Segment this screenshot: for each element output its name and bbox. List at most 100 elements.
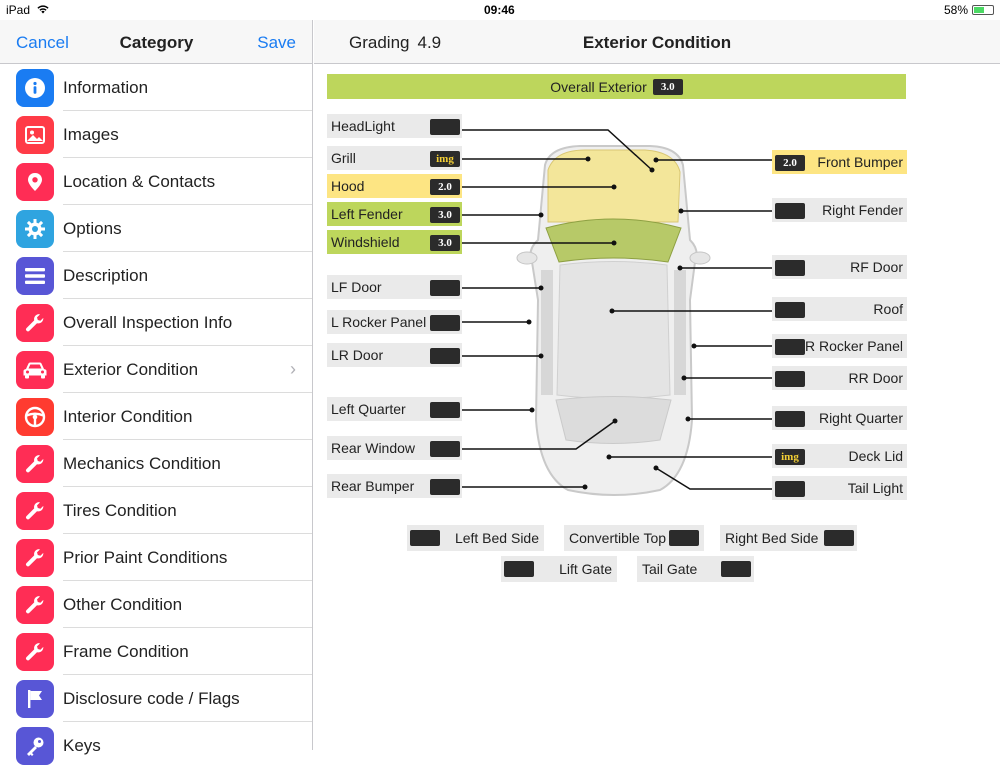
roof-shape xyxy=(556,261,671,399)
part-headlight[interactable]: HeadLight xyxy=(327,114,462,138)
condition-score[interactable]: 2.0 xyxy=(775,155,805,171)
part-front-bumper[interactable]: 2.0 Front Bumper xyxy=(772,150,907,174)
part-lift-gate[interactable]: Lift Gate xyxy=(501,556,617,582)
info-icon xyxy=(16,68,54,107)
sidebar-item-location-contacts[interactable]: Location & Contacts xyxy=(0,158,312,205)
connector-dot xyxy=(538,285,544,291)
part-label: Left Fender xyxy=(331,206,403,222)
battery-status: 58% xyxy=(944,3,994,17)
condition-score[interactable] xyxy=(669,530,699,546)
condition-score[interactable]: img xyxy=(775,449,805,465)
part-label: Roof xyxy=(873,301,903,317)
part-right-bed-side[interactable]: Right Bed Side xyxy=(720,525,857,551)
part-convertible-top[interactable]: Convertible Top xyxy=(564,525,704,551)
part-hood[interactable]: Hood 2.0 xyxy=(327,174,462,198)
left-mirror-shape xyxy=(516,251,538,265)
overall-exterior-score: 3.0 xyxy=(652,78,683,95)
connector-dot xyxy=(653,465,659,471)
sidebar-item-tires-condition[interactable]: Tires Condition xyxy=(0,487,312,534)
sidebar-item-label: Interior Condition xyxy=(63,406,193,426)
device-name: iPad xyxy=(6,3,31,17)
sidebar-item-label: Description xyxy=(63,265,149,285)
part-rf-door[interactable]: RF Door xyxy=(772,255,907,279)
part-rr-door[interactable]: RR Door xyxy=(772,366,907,390)
page-title: Exterior Condition xyxy=(582,33,732,52)
condition-score[interactable] xyxy=(775,371,805,387)
part-tail-gate[interactable]: Tail Gate xyxy=(637,556,754,582)
condition-score[interactable] xyxy=(775,260,805,276)
sidebar-item-interior-condition[interactable]: Interior Condition xyxy=(0,393,312,440)
part-label: LR Door xyxy=(331,347,384,363)
part-windshield[interactable]: Windshield 3.0 xyxy=(327,230,462,254)
part-roof[interactable]: Roof xyxy=(772,297,907,321)
condition-score[interactable] xyxy=(775,203,805,219)
windshield-shape xyxy=(545,218,682,263)
sidebar-item-options[interactable]: Options xyxy=(0,205,312,252)
sidebar-item-description[interactable]: Description xyxy=(0,252,312,299)
condition-score[interactable] xyxy=(430,315,460,331)
overall-exterior-bar[interactable]: Overall Exterior 3.0 xyxy=(327,74,906,99)
condition-score[interactable] xyxy=(775,302,805,318)
part-right-fender[interactable]: Right Fender xyxy=(772,198,907,222)
condition-score[interactable] xyxy=(775,411,805,427)
clock: 09:46 xyxy=(484,3,515,17)
condition-score[interactable]: 2.0 xyxy=(430,179,460,195)
sidebar-item-overall-inspection-info[interactable]: Overall Inspection Info xyxy=(0,299,312,346)
connector-dot xyxy=(691,343,697,349)
part-label: Convertible Top xyxy=(569,530,667,546)
condition-score[interactable] xyxy=(430,402,460,418)
part-tail-light[interactable]: Tail Light xyxy=(772,476,907,500)
condition-score[interactable] xyxy=(775,481,805,497)
wifi-icon xyxy=(37,5,49,14)
battery-percent: 58% xyxy=(943,3,968,17)
part-rear-bumper[interactable]: Rear Bumper xyxy=(327,474,462,498)
sidebar-item-mechanics-condition[interactable]: Mechanics Condition xyxy=(0,440,312,487)
save-button[interactable]: Save xyxy=(257,33,296,53)
sidebar-item-label: Location & Contacts xyxy=(63,171,216,191)
part-label: Right Fender xyxy=(822,202,903,218)
sidebar-item-label: Options xyxy=(63,218,122,238)
connector-dot xyxy=(582,484,588,490)
condition-score[interactable] xyxy=(410,530,440,546)
sidebar-item-exterior-condition[interactable]: Exterior Condition › xyxy=(0,346,312,393)
sidebar-item-keys[interactable]: Keys xyxy=(0,722,312,769)
part-left-quarter[interactable]: Left Quarter xyxy=(327,397,462,421)
part-right-quarter[interactable]: Right Quarter xyxy=(772,406,907,430)
part-r-rocker-panel[interactable]: R Rocker Panel xyxy=(772,334,907,358)
part-rear-window[interactable]: Rear Window xyxy=(327,436,462,460)
part-label: Hood xyxy=(331,178,365,194)
condition-score[interactable] xyxy=(504,561,534,577)
condition-score[interactable]: 3.0 xyxy=(430,235,460,251)
sidebar-item-images[interactable]: Images xyxy=(0,111,312,158)
sidebar-item-label: Information xyxy=(63,77,149,97)
part-left-fender[interactable]: Left Fender 3.0 xyxy=(327,202,462,226)
part-deck-lid[interactable]: img Deck Lid xyxy=(772,444,907,468)
sidebar-item-disclosure-code-flags[interactable]: Disclosure code / Flags xyxy=(0,675,312,722)
part-label: Rear Bumper xyxy=(331,478,415,494)
part-left-bed-side[interactable]: Left Bed Side xyxy=(407,525,544,551)
sidebar-item-prior-paint-conditions[interactable]: Prior Paint Conditions xyxy=(0,534,312,581)
condition-score[interactable] xyxy=(430,479,460,495)
part-lr-door[interactable]: LR Door xyxy=(327,343,462,367)
condition-score[interactable]: img xyxy=(430,151,460,167)
part-label: R Rocker Panel xyxy=(804,338,903,354)
steering-wheel-icon xyxy=(16,397,54,436)
part-label: Left Quarter xyxy=(331,401,406,417)
condition-score[interactable] xyxy=(824,530,854,546)
part-l-rocker-panel[interactable]: L Rocker Panel xyxy=(327,310,462,334)
part-lf-door[interactable]: LF Door xyxy=(327,275,462,299)
condition-score[interactable]: 3.0 xyxy=(430,207,460,223)
sidebar-item-information[interactable]: Information xyxy=(0,64,312,111)
condition-score[interactable] xyxy=(430,348,460,364)
condition-score[interactable] xyxy=(775,339,805,355)
part-grill[interactable]: Grill img xyxy=(327,146,462,170)
connector-dot xyxy=(538,353,544,359)
condition-score[interactable] xyxy=(430,280,460,296)
condition-score[interactable] xyxy=(721,561,751,577)
sidebar-item-label: Mechanics Condition xyxy=(63,453,221,473)
condition-score[interactable] xyxy=(430,119,460,135)
condition-score[interactable] xyxy=(430,441,460,457)
sidebar-item-frame-condition[interactable]: Frame Condition xyxy=(0,628,312,675)
main-nav-bar: Grading 4.9 Exterior Condition xyxy=(314,20,1000,64)
sidebar-item-other-condition[interactable]: Other Condition xyxy=(0,581,312,628)
